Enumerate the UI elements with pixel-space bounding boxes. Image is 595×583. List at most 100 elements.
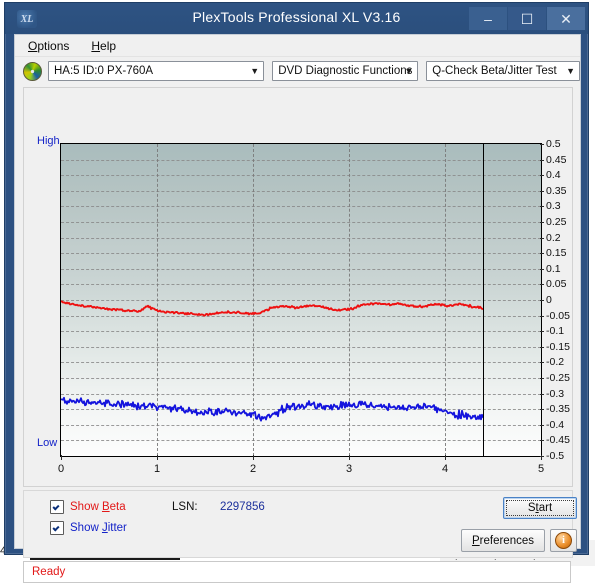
x-axis-tick-label: 4 [441,463,449,475]
show-beta-checkbox-row[interactable]: Show Beta [50,500,126,514]
y-axis-tick [540,424,544,426]
data-end-marker [483,144,485,456]
start-button-inner: Start [506,500,574,516]
y-axis-tick [540,268,544,270]
show-jitter-label: Show Jitter [70,522,127,534]
y-axis-tick [540,206,544,208]
y-axis-tick-label: 0.5 [546,138,561,150]
y-axis-tick-label: 0.15 [546,247,567,260]
x-axis-tick [61,455,62,460]
menu-item-label: Options [28,38,70,53]
maximize-button[interactable]: ☐ [508,7,546,30]
minimize-button[interactable]: – [469,7,507,30]
y-axis-tick [540,300,544,301]
y-axis-tick [540,378,544,379]
start-button-label: Start [527,502,553,514]
lsn-label: LSN: [172,501,198,513]
maximize-icon: ☐ [520,10,534,27]
info-button[interactable]: i [550,529,577,552]
minimize-icon: – [484,10,492,27]
start-button[interactable]: Start [503,497,577,519]
y-axis-tick-label: -0.1 [546,325,565,338]
show-jitter-checkbox-row[interactable]: Show Jitter [50,521,127,535]
x-axis-tick-label: 1 [153,463,161,475]
series-beta-trace [61,300,484,317]
y-axis-tick [540,222,544,223]
client-area: Options Help HA:5 ID:0 PX-760A ▼ DVD Dia… [14,34,581,583]
series-jitter-trace [61,396,484,422]
title-bar[interactable]: XL PlexTools Professional XL V3.16 – ☐ ✕ [5,3,588,34]
y-axis-tick-label: 0.05 [546,278,567,291]
y-axis-tick [540,175,544,177]
x-axis: 0 1 2 3 4 5 [57,455,545,485]
chevron-down-icon: ▼ [404,66,414,76]
y-axis-tick-label: -0.45 [546,434,570,447]
preferences-button-label: Preferences [471,534,534,547]
y-axis: 0.5 0.45 0.4 0.35 0.3 0.25 0.2 0.15 0.1 0.05 0 -0.0… [540,138,574,462]
y-axis-tick [540,253,544,255]
status-text: Ready [32,566,66,578]
y-axis-tick-label: 0.3 [546,200,561,213]
show-jitter-checkbox[interactable] [50,521,64,535]
lsn-value: 2297856 [220,501,265,513]
x-axis-tick [349,455,350,460]
x-axis-tick [541,455,542,460]
y-axis-tick-label: -0.35 [546,403,570,416]
x-axis-tick-label: 5 [537,463,545,475]
close-button[interactable]: ✕ [547,7,585,30]
y-axis-tick [540,331,544,333]
trace-svg [61,300,484,422]
y-axis-tick-label: 0.4 [546,169,561,182]
preferences-button[interactable]: Preferences [461,529,545,552]
plot-area[interactable] [60,143,542,457]
test-select[interactable]: Q-Check Beta/Jitter Test ▼ [426,61,580,81]
status-bar: Ready [23,561,571,583]
x-axis-tick-label: 3 [345,463,353,475]
plot-wrapper: High Low 0.5 0.45 0.4 0.35 0.3 0.25 0.2 0.15 0.1… [24,88,572,486]
drive-select-value: HA:5 ID:0 PX-760A [54,65,154,77]
y-axis-tick-label: -0.05 [546,309,570,322]
y-axis-tick-label: 0.45 [546,153,567,166]
info-icon: i [555,532,572,549]
y-axis-tick [540,346,544,348]
test-select-value: Q-Check Beta/Jitter Test [432,65,557,77]
menu-item-help[interactable]: Help [91,39,116,53]
show-beta-checkbox[interactable] [50,500,64,514]
y-axis-tick-label: 0.1 [546,262,561,275]
y-axis-tick-label: 0.2 [546,231,561,244]
drive-select[interactable]: HA:5 ID:0 PX-760A ▼ [48,61,265,81]
show-beta-label: Show Beta [70,501,126,513]
y-axis-tick-label: -0.25 [546,372,570,384]
y-axis-tick-label: 0.25 [546,216,567,228]
application-window: XL PlexTools Professional XL V3.16 – ☐ ✕… [4,2,589,583]
chart-panel: High Low 0.5 0.45 0.4 0.35 0.3 0.25 0.2 0.15 0.1… [23,87,573,487]
y-axis-tick-label: -0.4 [546,418,565,431]
x-axis-tick [253,455,254,460]
y-axis-tick-label: 0 [546,294,552,306]
close-icon: ✕ [560,10,572,27]
toolbar: HA:5 ID:0 PX-760A ▼ DVD Diagnostic Funct… [15,57,580,85]
menu-item-options[interactable]: Options [28,39,69,53]
y-axis-tick [540,362,544,364]
function-select-value: DVD Diagnostic Functions [278,65,413,77]
axis-label-low: Low [37,437,58,449]
y-axis-tick [540,284,544,286]
y-axis-tick-label: -0.5 [546,450,565,462]
x-axis-tick [157,455,158,460]
function-select[interactable]: DVD Diagnostic Functions ▼ [272,61,419,81]
x-axis-tick [445,455,446,460]
y-axis-tick [540,237,544,239]
y-axis-tick [540,144,544,145]
x-axis-tick-label: 2 [249,463,257,475]
y-axis-tick-label: 0.35 [546,184,567,197]
y-axis-tick [540,440,544,442]
y-axis-tick [540,159,544,161]
y-axis-tick [540,315,544,317]
y-axis-tick [540,190,544,192]
menu-item-label: Help [91,38,117,53]
axis-label-high: High [37,135,60,147]
y-axis-tick [540,409,544,411]
y-axis-tick [540,393,544,395]
x-axis-tick-label: 0 [57,463,65,475]
chevron-down-icon: ▼ [566,66,575,76]
